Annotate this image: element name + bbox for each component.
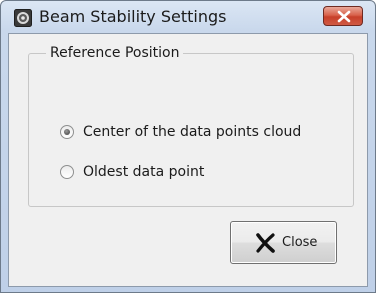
close-button[interactable]: Close [230, 221, 337, 264]
beam-app-icon [14, 9, 32, 27]
radio-option-oldest-point[interactable]: Oldest data point [60, 162, 204, 182]
radio-option-center-of-cloud[interactable]: Center of the data points cloud [60, 122, 301, 142]
reference-position-legend: Reference Position [46, 44, 184, 62]
radio-label: Center of the data points cloud [83, 124, 302, 140]
close-icon [337, 10, 351, 23]
window-title: Beam Stability Settings [39, 7, 227, 26]
title-bar[interactable]: Beam Stability Settings [1, 1, 375, 33]
radio-label: Oldest data point [83, 164, 205, 180]
close-button-label: Close [282, 235, 318, 250]
window-close-button[interactable] [323, 6, 363, 26]
radio-button-checked[interactable] [60, 125, 74, 139]
x-icon [255, 233, 277, 257]
radio-button-unchecked[interactable] [60, 165, 74, 179]
